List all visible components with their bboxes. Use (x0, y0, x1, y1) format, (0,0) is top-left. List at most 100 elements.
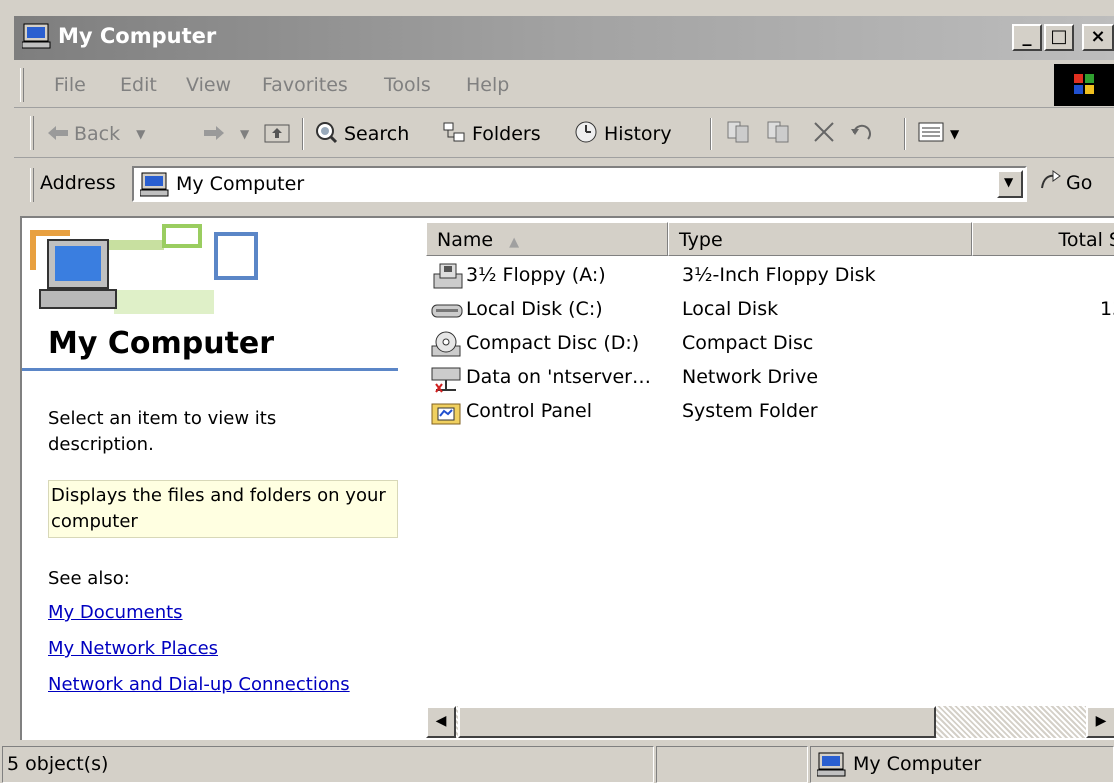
link-my-documents[interactable]: My Documents (48, 602, 183, 623)
column-label-name: Name (437, 229, 494, 251)
close-button[interactable]: × (1082, 24, 1114, 51)
history-button[interactable]: History (574, 120, 672, 148)
status-zone-panel: My Computer (810, 746, 1114, 783)
column-header-type[interactable]: Type (668, 222, 972, 256)
back-button[interactable]: Back ▼ (48, 120, 145, 148)
item-type: Local Disk (682, 298, 779, 320)
list-item[interactable]: Control Panel System Folder (430, 398, 1114, 430)
go-arrow-icon (1040, 170, 1062, 195)
up-button[interactable] (264, 120, 290, 148)
item-type: System Folder (682, 400, 818, 422)
search-button[interactable]: Search (314, 120, 409, 148)
horizontal-scrollbar[interactable]: ◀ ▶ (426, 706, 1114, 738)
link-my-network-places[interactable]: My Network Places (48, 638, 218, 659)
copy-to-icon (766, 120, 792, 149)
arrow-right-icon: ▶ (1095, 713, 1107, 729)
forward-dropdown-icon: ▼ (240, 127, 250, 141)
views-button[interactable]: ▼ (918, 120, 959, 148)
item-name: Control Panel (466, 400, 592, 422)
list-item[interactable]: Local Disk (C:) Local Disk 13.9 (430, 296, 1114, 328)
menu-view[interactable]: View (186, 74, 231, 96)
status-empty-panel (656, 746, 808, 783)
network-drive-icon (430, 364, 464, 394)
minimize-button[interactable]: _ (1012, 24, 1042, 51)
status-zone-label: My Computer (853, 753, 982, 775)
menu-help[interactable]: Help (466, 74, 509, 96)
delete-button[interactable] (812, 120, 836, 148)
menu-tools[interactable]: Tools (384, 74, 431, 96)
back-label: Back (74, 123, 121, 145)
title-bar: My Computer _ □ × (14, 16, 1114, 60)
toolbar-separator (302, 118, 304, 150)
control-panel-icon (430, 398, 464, 428)
views-dropdown-icon: ▼ (950, 127, 960, 141)
column-header-total-size[interactable]: Total S (972, 222, 1114, 256)
column-header-name[interactable]: Name ▲ (426, 222, 668, 256)
item-name: Compact Disc (D:) (466, 332, 640, 354)
menu-file[interactable]: File (54, 74, 86, 96)
list-item[interactable]: 3½ Floppy (A:) 3½-Inch Floppy Disk (430, 262, 1114, 294)
menu-favorites[interactable]: Favorites (262, 74, 348, 96)
floppy-icon (430, 262, 464, 292)
toolbar-grip[interactable] (30, 116, 34, 150)
hard-disk-icon (430, 296, 464, 326)
address-grip[interactable] (30, 168, 34, 202)
link-network-dialup[interactable]: Network and Dial-up Connections (48, 674, 350, 695)
status-object-count: 5 object(s) (2, 746, 654, 783)
item-size: 13.9 (1100, 298, 1114, 320)
address-value: My Computer (176, 173, 305, 195)
my-computer-icon (816, 751, 847, 782)
forward-arrow-icon (204, 123, 224, 145)
history-icon (574, 120, 598, 149)
move-to-icon (726, 120, 752, 149)
pane-info-box: Displays the files and folders on your c… (48, 480, 398, 538)
list-item[interactable]: Data on 'ntserver… Network Drive (430, 364, 1114, 396)
see-also-label: See also: (48, 568, 130, 589)
cd-icon (430, 330, 464, 360)
go-button[interactable]: Go (1040, 170, 1092, 195)
forward-button[interactable]: ▼ (204, 120, 249, 148)
back-dropdown-icon: ▼ (136, 127, 146, 141)
undo-button[interactable] (850, 120, 876, 148)
maximize-button[interactable]: □ (1044, 24, 1074, 51)
move-to-button[interactable] (726, 120, 752, 148)
content-area: My Computer Select an item to view its d… (20, 216, 1114, 740)
list-item[interactable]: Compact Disc (D:) Compact Disc (430, 330, 1114, 362)
address-input[interactable]: My Computer ▼ (132, 166, 1027, 202)
scroll-thumb[interactable] (458, 706, 936, 738)
chevron-down-icon: ▼ (1004, 175, 1014, 189)
go-label: Go (1066, 171, 1093, 194)
toolbar-separator (904, 118, 906, 150)
sort-ascending-icon: ▲ (509, 235, 520, 250)
standard-toolbar: Back ▼ ▼ Search Folders History ▼ (14, 110, 1114, 158)
web-view-pane: My Computer Select an item to view its d… (22, 218, 422, 738)
window-title: My Computer (58, 24, 217, 48)
arrow-left-icon: ◀ (435, 713, 447, 729)
up-folder-icon (264, 121, 290, 148)
history-label: History (604, 123, 672, 145)
folders-label: Folders (472, 123, 541, 145)
my-computer-icon (139, 171, 170, 202)
delete-icon (812, 120, 836, 149)
windows-logo-icon (1054, 64, 1114, 106)
item-name: Local Disk (C:) (466, 298, 603, 320)
item-name: Data on 'ntserver… (466, 366, 651, 388)
undo-icon (850, 121, 876, 148)
address-bar: Address My Computer ▼ Go (14, 160, 1114, 210)
address-dropdown-button[interactable]: ▼ (997, 170, 1023, 198)
item-type: Network Drive (682, 366, 819, 388)
scroll-left-button[interactable]: ◀ (426, 706, 456, 738)
copy-to-button[interactable] (766, 120, 792, 148)
pane-title: My Computer (48, 326, 275, 361)
my-computer-banner-icon (24, 220, 274, 325)
menu-edit[interactable]: Edit (120, 74, 157, 96)
folders-button[interactable]: Folders (442, 120, 541, 148)
back-arrow-icon (48, 123, 68, 145)
scroll-right-button[interactable]: ▶ (1086, 706, 1114, 738)
views-icon (918, 121, 944, 148)
address-label: Address (40, 172, 116, 194)
menu-grip[interactable] (20, 68, 24, 102)
item-type: Compact Disc (682, 332, 814, 354)
folders-icon (442, 121, 466, 148)
menu-bar: File Edit View Favorites Tools Help (14, 62, 1114, 108)
